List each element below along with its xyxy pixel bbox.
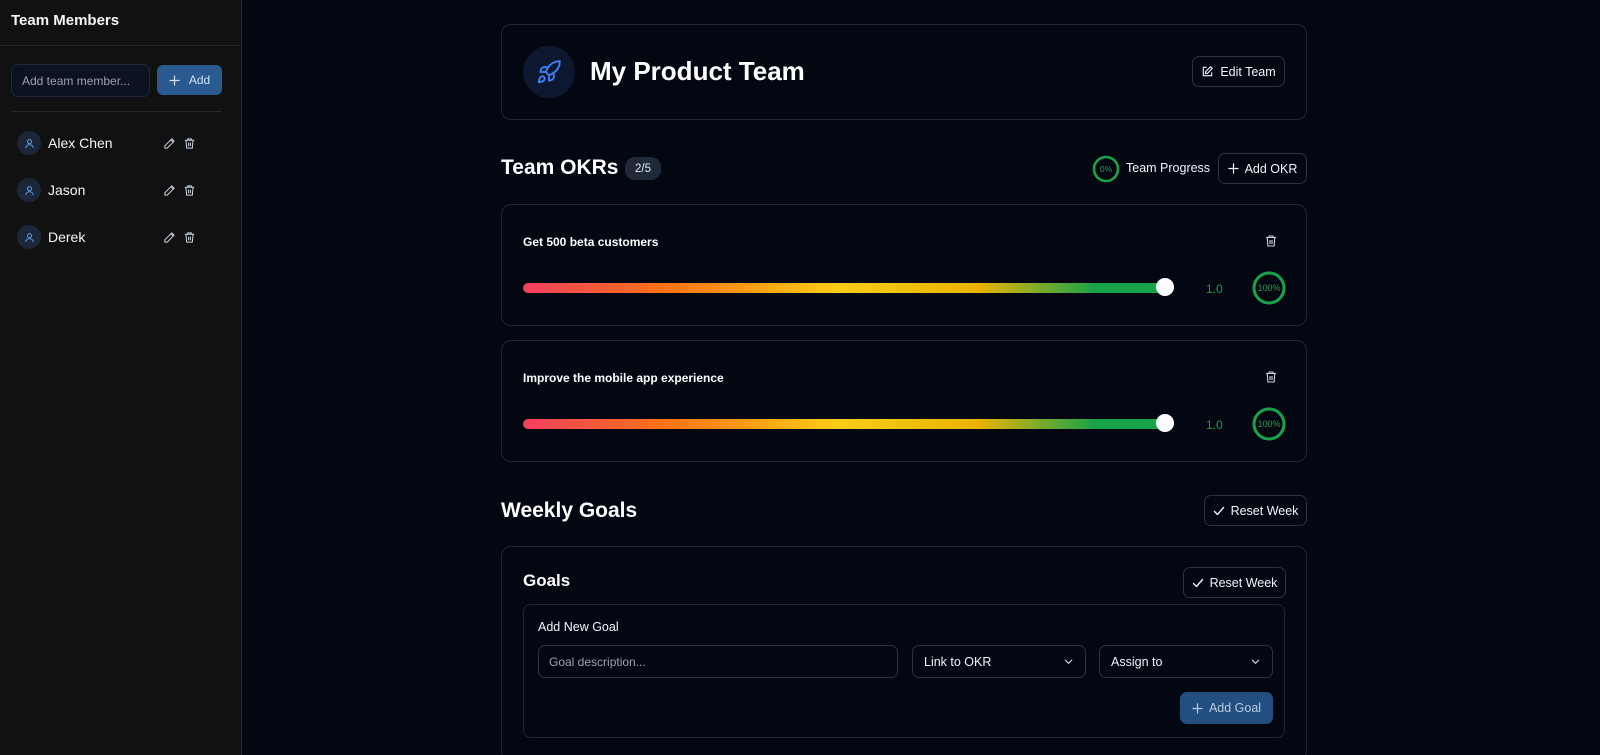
goals-reset-week-button[interactable]: Reset Week: [1183, 567, 1286, 598]
add-okr-label: Add OKR: [1244, 161, 1298, 176]
team-name: My Product Team: [590, 56, 805, 86]
user-icon: [17, 131, 41, 155]
check-icon: [1213, 505, 1225, 517]
okr-percent: 100%: [1257, 283, 1280, 293]
trash-icon[interactable]: [183, 231, 196, 244]
user-icon: [17, 178, 41, 202]
member-name: Alex Chen: [48, 135, 113, 151]
edit-icon: [1201, 65, 1214, 78]
member-item[interactable]: Alex Chen: [11, 125, 222, 161]
pencil-icon[interactable]: [163, 231, 176, 244]
team-header-card: My Product Team Edit Team: [501, 24, 1307, 120]
goal-description-input[interactable]: [538, 645, 898, 678]
add-member-input[interactable]: [11, 64, 150, 97]
pencil-icon[interactable]: [163, 184, 176, 197]
okrs-title: Team OKRs: [501, 156, 619, 179]
rocket-icon: [523, 46, 575, 98]
add-goal-label: Add Goal: [1208, 701, 1262, 715]
member-name: Derek: [48, 229, 86, 245]
team-members-sidebar: Team Members Add Alex Chen Jason: [0, 0, 242, 755]
reset-week-button[interactable]: Reset Week: [1204, 495, 1307, 526]
plus-icon: [1227, 163, 1239, 174]
slider-thumb[interactable]: [1156, 414, 1174, 432]
okr-score: 1.0: [1206, 418, 1223, 432]
add-goal-button[interactable]: Add Goal: [1180, 692, 1273, 724]
okr-title: Get 500 beta customers: [523, 235, 659, 249]
weekly-goals-title: Weekly Goals: [501, 499, 638, 522]
sidebar-title: Team Members: [0, 0, 241, 46]
goals-card: Goals Reset Week Add New Goal Link to OK…: [501, 546, 1307, 755]
trash-icon[interactable]: [1264, 370, 1278, 389]
team-progress-label: Team Progress: [1126, 161, 1211, 175]
add-goal-title: Add New Goal: [538, 620, 619, 634]
okr-progress-ring: 100%: [1252, 271, 1286, 305]
plus-icon: [1192, 702, 1203, 714]
edit-team-label: Edit Team: [1220, 64, 1276, 79]
okr-progress-ring: 100%: [1252, 407, 1286, 441]
okr-title: Improve the mobile app experience: [523, 371, 724, 385]
member-name: Jason: [48, 182, 86, 198]
goals-title: Goals: [523, 571, 571, 590]
add-okr-button[interactable]: Add OKR: [1218, 153, 1307, 184]
add-member-row: Add: [11, 64, 222, 97]
okr-count-badge: 2/5: [625, 157, 661, 180]
trash-icon[interactable]: [1264, 234, 1278, 253]
okr-progress-slider[interactable]: [523, 419, 1174, 429]
okr-progress-slider[interactable]: [523, 283, 1174, 293]
add-goal-panel: Add New Goal Link to OKR Assign to Add G…: [523, 604, 1285, 738]
edit-team-button[interactable]: Edit Team: [1192, 56, 1285, 87]
add-member-label: Add: [188, 73, 211, 87]
goals-reset-week-label: Reset Week: [1209, 575, 1278, 590]
check-icon: [1192, 577, 1204, 589]
link-okr-select[interactable]: Link to OKR: [912, 645, 1086, 678]
assign-to-value: Assign to: [1111, 654, 1163, 669]
slider-thumb[interactable]: [1156, 278, 1174, 296]
member-item[interactable]: Derek: [11, 219, 222, 255]
chevron-down-icon: [1063, 656, 1074, 667]
member-item[interactable]: Jason: [11, 172, 222, 208]
trash-icon[interactable]: [183, 137, 196, 150]
okr-card: Get 500 beta customers 1.0 100%: [501, 204, 1307, 326]
team-progress-value: 0%: [1100, 164, 1113, 174]
chevron-down-icon: [1250, 656, 1261, 667]
user-icon: [17, 225, 41, 249]
okr-score: 1.0: [1206, 282, 1223, 296]
reset-week-label: Reset Week: [1230, 503, 1299, 518]
link-okr-value: Link to OKR: [924, 654, 992, 669]
okr-card: Improve the mobile app experience 1.0 10…: [501, 340, 1307, 462]
plus-icon: [169, 74, 180, 86]
add-member-button[interactable]: Add: [157, 65, 222, 95]
team-progress-ring: 0%: [1092, 155, 1120, 183]
sidebar-divider: [11, 111, 222, 112]
pencil-icon[interactable]: [163, 137, 176, 150]
trash-icon[interactable]: [183, 184, 196, 197]
assign-to-select[interactable]: Assign to: [1099, 645, 1273, 678]
okr-percent: 100%: [1257, 419, 1280, 429]
